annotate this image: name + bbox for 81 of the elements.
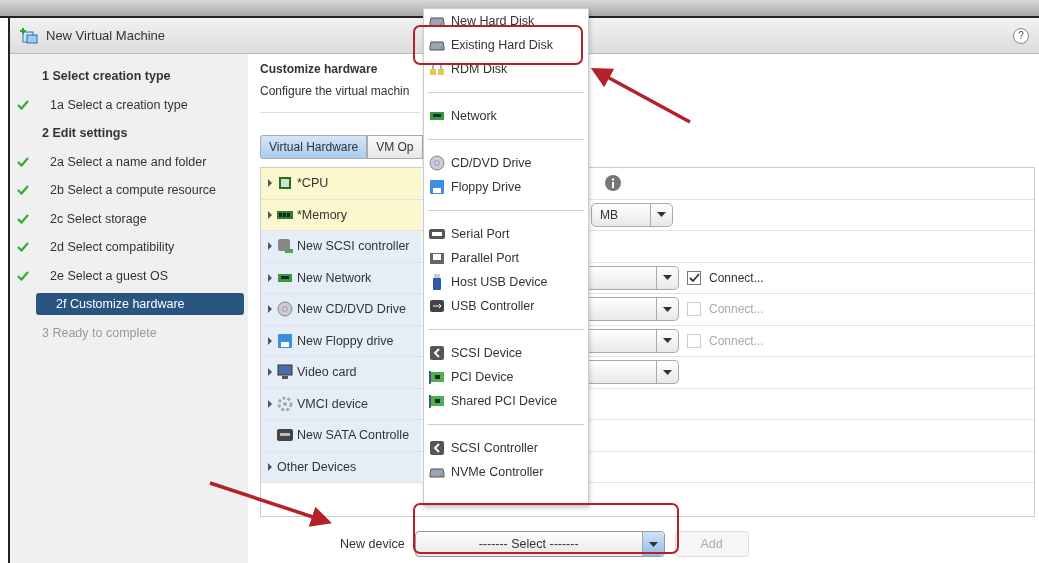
monitor-icon bbox=[277, 364, 293, 381]
wizard-step[interactable]: 2d Select compatibility bbox=[50, 240, 175, 255]
menu-item[interactable]: Network bbox=[426, 104, 586, 128]
tab[interactable]: Virtual Hardware bbox=[260, 135, 368, 159]
expand-arrow-icon[interactable] bbox=[267, 210, 273, 219]
menu-item[interactable]: New Hard Disk bbox=[426, 9, 586, 33]
dropdown-field[interactable] bbox=[587, 360, 679, 385]
connect-label: Connect... bbox=[709, 333, 764, 348]
wizard-step[interactable]: 2e Select a guest OS bbox=[50, 268, 169, 283]
menu-item[interactable]: Floppy Drive bbox=[426, 175, 586, 199]
wizard-step[interactable]: 2 Edit settings bbox=[42, 126, 128, 141]
menu-item[interactable]: USB Controller bbox=[426, 294, 586, 318]
help-button[interactable]: ? bbox=[1013, 27, 1029, 44]
wizard-step[interactable]: 1 Select creation type bbox=[42, 69, 171, 84]
dropdown-field[interactable] bbox=[587, 297, 679, 322]
tab[interactable]: VM Op bbox=[367, 135, 423, 159]
wizard-step[interactable]: 2c Select storage bbox=[50, 211, 147, 226]
wizard-step[interactable]: 1a Select a creation type bbox=[50, 97, 188, 112]
expand-arrow-icon[interactable] bbox=[267, 368, 273, 377]
expand-arrow-icon[interactable] bbox=[267, 305, 273, 314]
connect-label: Connect... bbox=[709, 270, 764, 285]
expand-arrow-icon[interactable] bbox=[267, 273, 273, 282]
chip-icon bbox=[277, 175, 293, 192]
scsi-device-icon bbox=[429, 440, 445, 456]
caret-icon bbox=[657, 212, 666, 218]
device-name: New CD/DVD Drive bbox=[297, 302, 407, 317]
device-name: Other Devices bbox=[277, 459, 357, 474]
device-name: *CPU bbox=[297, 176, 329, 191]
window-title: New Virtual Machine bbox=[46, 28, 166, 43]
usb-controller-icon bbox=[429, 298, 445, 314]
wizard-step[interactable]: 2b Select a compute resource bbox=[50, 183, 217, 198]
expand-arrow-icon[interactable] bbox=[267, 399, 273, 408]
connect-checkbox[interactable] bbox=[687, 270, 701, 285]
info-icon[interactable] bbox=[605, 175, 621, 192]
pci-card-icon bbox=[429, 369, 445, 385]
device-name: *Memory bbox=[297, 207, 347, 222]
menu-item[interactable]: CD/DVD Drive bbox=[426, 151, 586, 175]
device-name: New Floppy drive bbox=[297, 333, 394, 348]
menu-item[interactable]: PCI Device bbox=[426, 365, 586, 389]
device-name: New SCSI controller bbox=[297, 239, 410, 254]
controller-icon bbox=[277, 238, 293, 255]
device-name: Video card bbox=[297, 365, 357, 380]
dropdown-field[interactable] bbox=[587, 265, 679, 290]
wizard-step[interactable]: 2a Select a name and folder bbox=[50, 154, 207, 169]
caret-icon bbox=[663, 275, 672, 281]
menu-item[interactable]: NVMe Controller bbox=[426, 460, 586, 484]
printer-icon bbox=[429, 250, 445, 266]
menu-item[interactable]: Shared PCI Device bbox=[426, 389, 586, 413]
sata-controller-icon bbox=[277, 427, 293, 444]
new-device-dropdown[interactable]: ------- Select ------- bbox=[414, 531, 665, 557]
device-name: VMCI device bbox=[297, 396, 368, 411]
disc-icon bbox=[277, 301, 293, 318]
dropdown-field[interactable] bbox=[587, 328, 679, 353]
section-title: Customize hardware bbox=[260, 62, 378, 76]
caret-icon bbox=[663, 306, 672, 312]
wizard-step[interactable]: 2f Customize hardware bbox=[36, 293, 244, 316]
menu-item[interactable]: Host USB Device bbox=[426, 270, 586, 294]
virtual-machine-icon bbox=[20, 27, 38, 44]
expand-arrow-icon[interactable] bbox=[267, 336, 273, 345]
menu-item[interactable]: Parallel Port bbox=[426, 246, 586, 270]
expand-arrow-icon[interactable] bbox=[267, 462, 273, 471]
device-name: New SATA Controlle bbox=[297, 428, 410, 443]
disc-icon bbox=[429, 155, 445, 171]
caret-icon bbox=[663, 369, 672, 375]
connect-label: Connect... bbox=[709, 302, 764, 317]
section-description: Configure the virtual machin bbox=[260, 84, 410, 98]
menu-item[interactable]: SCSI Device bbox=[426, 341, 586, 365]
gear-icon bbox=[277, 395, 293, 412]
device-name: New Network bbox=[297, 270, 372, 285]
expand-arrow-icon[interactable] bbox=[267, 179, 273, 188]
menu-item[interactable]: Serial Port bbox=[426, 222, 586, 246]
pci-card-icon bbox=[429, 393, 445, 409]
serial-port-icon bbox=[429, 226, 445, 242]
new-device-label: New device bbox=[340, 537, 405, 551]
expand-arrow-icon[interactable] bbox=[267, 242, 273, 251]
menu-item[interactable]: Existing Hard Disk bbox=[426, 33, 586, 57]
scsi-device-icon bbox=[429, 345, 445, 361]
unit-dropdown[interactable]: MB bbox=[591, 202, 673, 227]
caret-icon bbox=[648, 541, 658, 547]
menu-item[interactable]: SCSI Controller bbox=[426, 436, 586, 460]
caret-icon bbox=[663, 338, 672, 344]
